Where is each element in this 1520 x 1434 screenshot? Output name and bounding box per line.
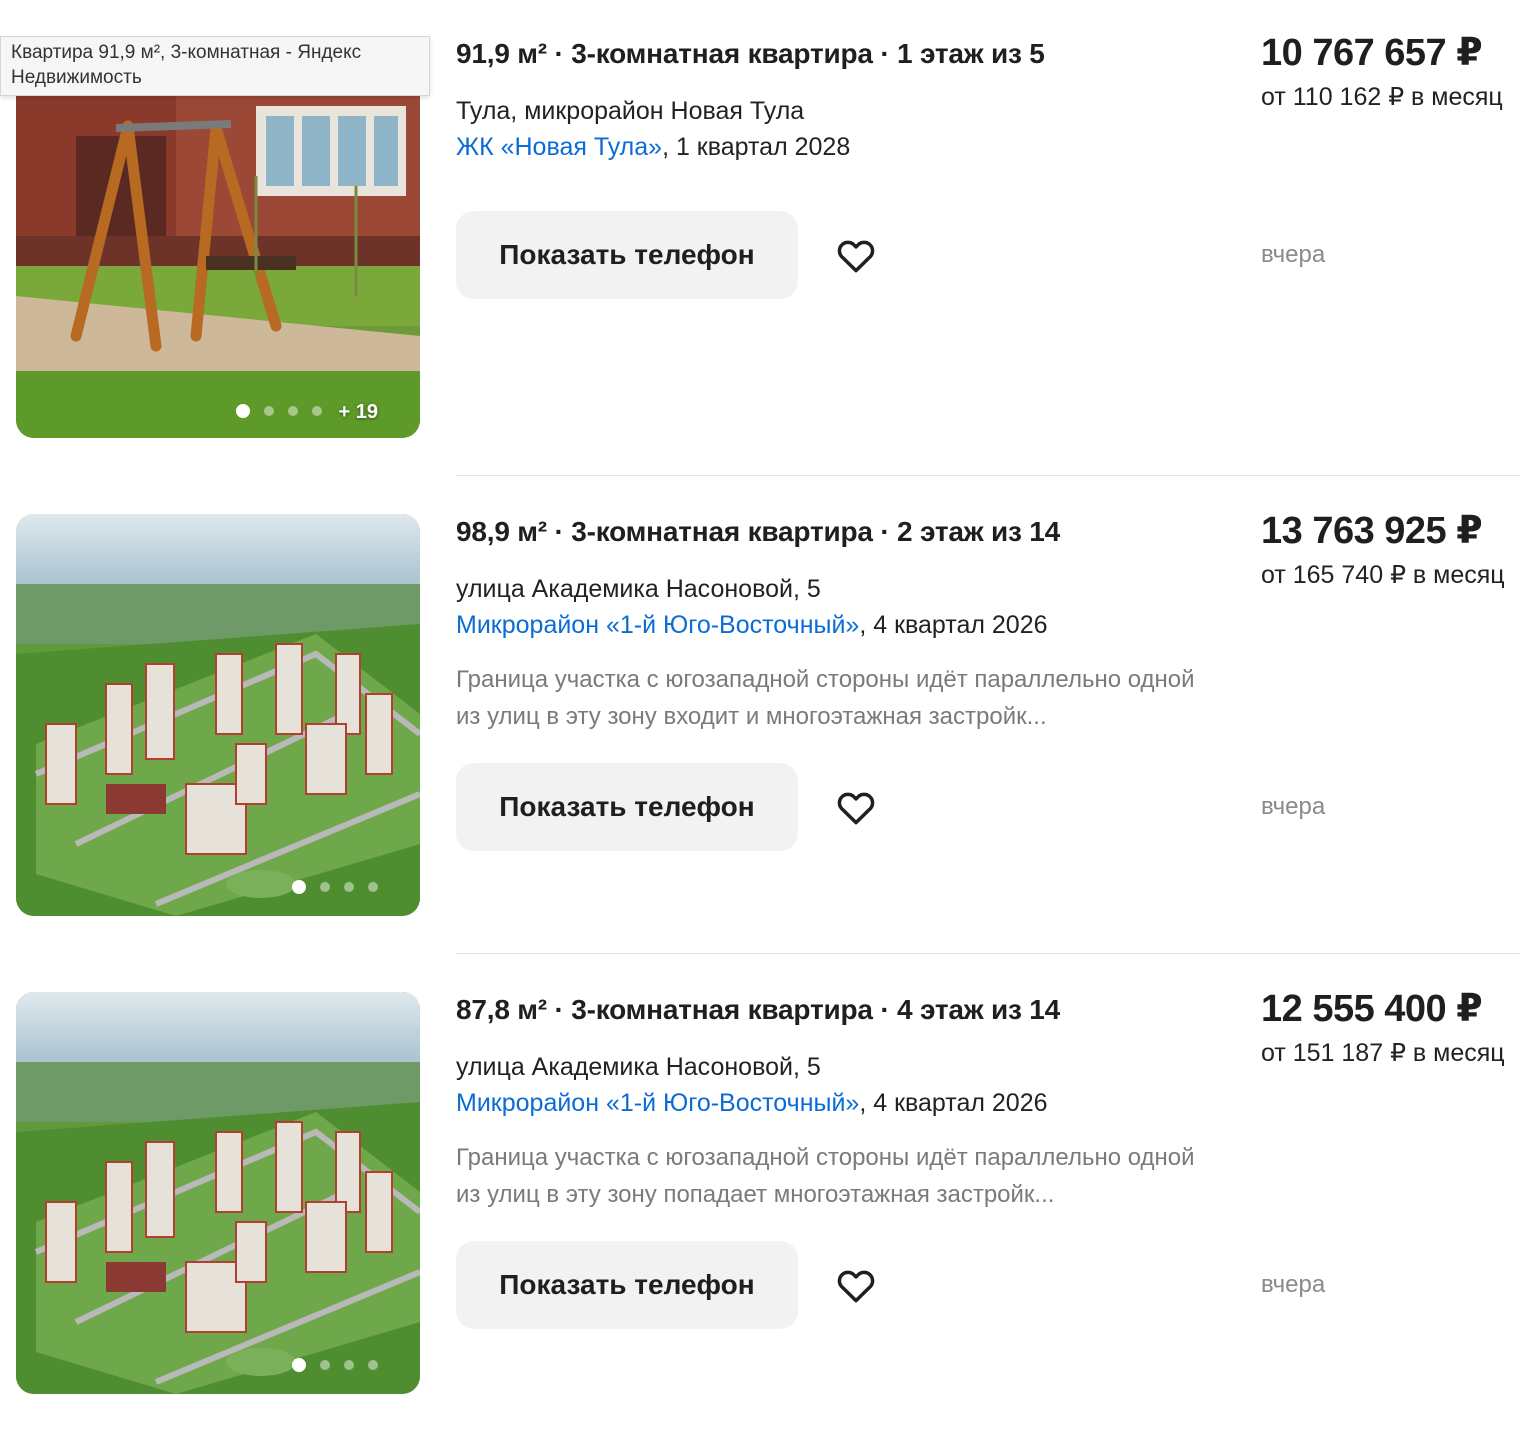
listing-photo[interactable]: + 19 (16, 36, 420, 438)
pagination-dot[interactable] (292, 1358, 306, 1372)
browser-tooltip: Квартира 91,9 м², 3-комнатная - Яндекс Н… (0, 36, 430, 96)
heart-outline-icon[interactable] (834, 785, 878, 829)
heart-outline-icon[interactable] (834, 233, 878, 277)
listing-description: Граница участка с югозападной стороны ид… (456, 1144, 1195, 1208)
delivery-date: , 4 квартал 2026 (859, 1089, 1048, 1117)
listing-card[interactable]: 87,8 м² · 3-комнатная квартира · 4 этаж … (0, 956, 1520, 1434)
listing-price: 10 767 657 ₽ (1261, 32, 1483, 74)
pagination-dot[interactable] (288, 406, 298, 416)
monthly-payment: от 165 740 ₽ в месяц (1261, 561, 1505, 589)
complex-link[interactable]: Микрорайон «1-й Юго-Восточный» (456, 1089, 859, 1117)
listing-photo[interactable] (16, 514, 420, 916)
listing-divider (456, 953, 1520, 954)
listing-divider (456, 475, 1520, 476)
complex-link[interactable]: ЖК «Новая Тула» (456, 133, 662, 161)
photo-count: + 19 (338, 401, 378, 423)
pagination-dot[interactable] (320, 1360, 330, 1370)
listing-price: 13 763 925 ₽ (1261, 510, 1483, 552)
pagination-dot[interactable] (264, 406, 274, 416)
pagination-dot[interactable] (344, 1360, 354, 1370)
complex-line: Микрорайон «1-й Юго-Восточный», 4 кварта… (456, 611, 1048, 640)
pagination-dot[interactable] (368, 1360, 378, 1370)
show-phone-button[interactable]: Показать телефон (456, 1241, 798, 1329)
listing-title[interactable]: 91,9 м² · 3-комнатная квартира · 1 этаж … (456, 38, 1045, 70)
listing-card[interactable]: 98,9 м² · 3-комнатная квартира · 2 этаж … (0, 478, 1520, 956)
pagination-dot[interactable] (312, 406, 322, 416)
publish-date: вчера (1261, 1271, 1326, 1298)
listing-title[interactable]: 98,9 м² · 3-комнатная квартира · 2 этаж … (456, 516, 1060, 548)
publish-date: вчера (1261, 241, 1326, 268)
pagination-dot[interactable] (292, 880, 306, 894)
aerial-render-photo (16, 992, 420, 1394)
listing-address: Тула, микрорайон Новая Тула (456, 97, 805, 125)
photo-pagination[interactable] (292, 880, 378, 894)
monthly-payment: от 151 187 ₽ в месяц (1261, 1039, 1505, 1067)
photo-pagination[interactable] (292, 1358, 378, 1372)
pagination-dot[interactable] (344, 882, 354, 892)
listing-title[interactable]: 87,8 м² · 3-комнатная квартира · 4 этаж … (456, 994, 1060, 1026)
heart-outline-icon[interactable] (834, 1263, 878, 1307)
pagination-dot[interactable] (368, 882, 378, 892)
delivery-date: , 1 квартал 2028 (662, 133, 851, 161)
pagination-dot[interactable] (320, 882, 330, 892)
complex-line: Микрорайон «1-й Юго-Восточный», 4 кварта… (456, 1089, 1048, 1118)
delivery-date: , 4 квартал 2026 (859, 611, 1048, 639)
playground-photo (16, 36, 420, 438)
aerial-render-photo (16, 514, 420, 916)
photo-pagination[interactable] (236, 404, 322, 418)
listing-photo[interactable] (16, 992, 420, 1394)
complex-link[interactable]: Микрорайон «1-й Юго-Восточный» (456, 611, 859, 639)
complex-line: ЖК «Новая Тула», 1 квартал 2028 (456, 133, 850, 162)
listing-address: улица Академика Насоновой, 5 (456, 1053, 821, 1081)
pagination-dot[interactable] (236, 404, 250, 418)
show-phone-button[interactable]: Показать телефон (456, 763, 798, 851)
listing-description: Граница участка с югозападной стороны ид… (456, 666, 1195, 730)
monthly-payment: от 110 162 ₽ в месяц (1261, 83, 1503, 111)
listing-price: 12 555 400 ₽ (1261, 988, 1483, 1030)
listing-address: улица Академика Насоновой, 5 (456, 575, 821, 603)
show-phone-button[interactable]: Показать телефон (456, 211, 798, 299)
publish-date: вчера (1261, 793, 1326, 820)
